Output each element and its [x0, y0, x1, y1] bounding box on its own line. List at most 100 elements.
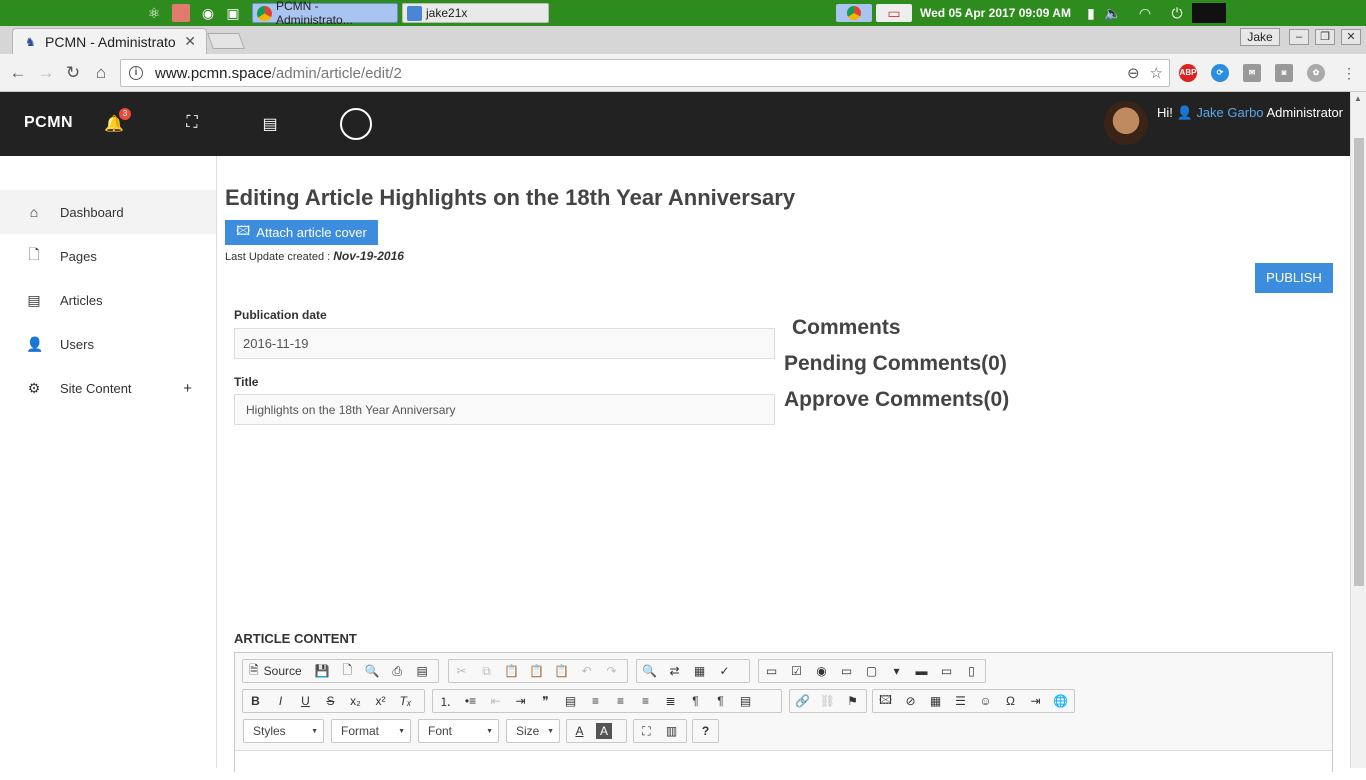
- rtl-icon[interactable]: ¶: [708, 690, 733, 712]
- extension-fox-icon[interactable]: ✿: [1307, 64, 1325, 82]
- reload-icon[interactable]: ↻: [63, 63, 83, 83]
- outdent-icon[interactable]: ⇤: [483, 690, 508, 712]
- undo-icon[interactable]: ↶: [574, 660, 599, 682]
- subscript-icon[interactable]: x₂: [343, 690, 368, 712]
- sidebar-item-articles[interactable]: ▤ Articles: [0, 278, 216, 322]
- sidebar-item-site-content[interactable]: ⚙ Site Content +: [0, 366, 216, 410]
- radio-icon[interactable]: ◉: [809, 660, 834, 682]
- iframe-icon[interactable]: 🌐: [1048, 690, 1073, 712]
- publish-button[interactable]: PUBLISH: [1255, 263, 1333, 293]
- title-input[interactable]: Highlights on the 18th Year Anniversary: [234, 394, 775, 425]
- blockquote-icon[interactable]: ❞: [533, 690, 558, 712]
- button-field-icon[interactable]: ▬: [909, 660, 934, 682]
- scroll-up-icon[interactable]: ▲: [1354, 94, 1362, 103]
- align-center-icon[interactable]: ≡: [608, 690, 633, 712]
- extension-mail-icon[interactable]: ✉: [1243, 64, 1261, 82]
- format-dropdown[interactable]: Format ▼: [331, 719, 411, 743]
- minimize-icon[interactable]: –: [1289, 29, 1309, 45]
- expand-icon[interactable]: +: [183, 380, 192, 397]
- taskbar-task-browser[interactable]: PCMN - Administrato...: [252, 0, 398, 27]
- redo-icon[interactable]: ↷: [599, 660, 624, 682]
- power-icon[interactable]: ⏻: [1168, 4, 1186, 22]
- bookmark-star-icon[interactable]: ☆: [1150, 64, 1163, 82]
- link-icon[interactable]: 🔗: [790, 690, 815, 712]
- italic-icon[interactable]: I: [268, 690, 293, 712]
- save-icon[interactable]: 💾: [310, 660, 335, 682]
- image-insert-icon[interactable]: 🖾: [873, 690, 898, 712]
- print-icon[interactable]: ⎙: [385, 660, 410, 682]
- brand-logo[interactable]: PCMN: [24, 114, 73, 132]
- menu-icon[interactable]: ⋮: [1339, 63, 1359, 83]
- size-dropdown[interactable]: Size ▼: [506, 719, 560, 743]
- screen-tray-icon[interactable]: ▭: [876, 4, 912, 22]
- underline-icon[interactable]: U: [293, 690, 318, 712]
- anchor-icon[interactable]: ⚑: [840, 690, 865, 712]
- indent-icon[interactable]: ⇥: [508, 690, 533, 712]
- select-all-icon[interactable]: ▦: [687, 660, 712, 682]
- new-tab-button[interactable]: [207, 33, 245, 49]
- forward-icon[interactable]: →: [36, 63, 56, 83]
- checkbox-icon[interactable]: ☑: [784, 660, 809, 682]
- avatar[interactable]: [1104, 101, 1148, 145]
- page-break-icon[interactable]: ⇥: [1023, 690, 1048, 712]
- maximize-editor-icon[interactable]: ⛶: [634, 720, 659, 742]
- cut-icon[interactable]: ✂: [449, 660, 474, 682]
- background-color-icon[interactable]: A: [596, 723, 612, 739]
- language-icon[interactable]: ▤: [733, 690, 758, 712]
- form-icon[interactable]: ▭: [759, 660, 784, 682]
- paste-text-icon[interactable]: 📋: [524, 660, 549, 682]
- remove-format-icon[interactable]: Tₓ: [393, 690, 418, 712]
- new-page-icon[interactable]: 🗋: [335, 660, 360, 682]
- numbered-list-icon[interactable]: ⒈: [433, 690, 458, 712]
- editor-content-area[interactable]: [235, 750, 1332, 780]
- strikethrough-icon[interactable]: S: [318, 690, 343, 712]
- font-dropdown[interactable]: Font ▼: [418, 719, 499, 743]
- user-name-link[interactable]: Jake Garbo: [1196, 105, 1263, 120]
- table-icon[interactable]: ▦: [923, 690, 948, 712]
- align-right-icon[interactable]: ≡: [633, 690, 658, 712]
- textarea-icon[interactable]: ▢: [859, 660, 884, 682]
- volume-icon[interactable]: 🔈: [1104, 4, 1122, 22]
- source-button[interactable]: 🗎 Source: [243, 661, 310, 682]
- copy-icon[interactable]: ⧉: [474, 660, 499, 682]
- system-monitor-icon[interactable]: [1192, 3, 1226, 23]
- fullscreen-icon[interactable]: ⛶: [182, 114, 202, 132]
- close-window-icon[interactable]: ✕: [1341, 29, 1361, 45]
- approve-comments-link[interactable]: Approve Comments(0): [784, 388, 1009, 412]
- home-nav-icon[interactable]: ⌂: [91, 63, 111, 83]
- ltr-icon[interactable]: ¶: [683, 690, 708, 712]
- zoom-icon[interactable]: ⊖: [1127, 64, 1140, 82]
- find-icon[interactable]: 🔍: [637, 660, 662, 682]
- terminal-icon[interactable]: ▣: [224, 4, 242, 22]
- sidebar-item-pages[interactable]: 🗋 Pages: [0, 234, 216, 278]
- bold-icon[interactable]: B: [243, 690, 268, 712]
- text-color-icon[interactable]: A: [567, 720, 592, 742]
- horizontal-line-icon[interactable]: ☰: [948, 690, 973, 712]
- sidebar-item-dashboard[interactable]: ⌂ Dashboard: [0, 190, 216, 234]
- select-field-icon[interactable]: ▾: [884, 660, 909, 682]
- extension-sync-icon[interactable]: ⟳: [1211, 64, 1229, 82]
- unlink-icon[interactable]: ⛓: [815, 690, 840, 712]
- pubdate-input[interactable]: 2016-11-19: [234, 328, 775, 359]
- special-char-icon[interactable]: Ω: [998, 690, 1023, 712]
- sidebar-item-users[interactable]: 👤 Users: [0, 322, 216, 366]
- align-left-icon[interactable]: ≡: [583, 690, 608, 712]
- flash-icon[interactable]: ⊘: [898, 690, 923, 712]
- page-scrollbar[interactable]: ▲: [1350, 92, 1366, 768]
- hidden-field-icon[interactable]: ▯: [959, 660, 984, 682]
- atom-icon[interactable]: ⚛: [145, 4, 163, 22]
- pending-comments-link[interactable]: Pending Comments(0): [784, 352, 1007, 376]
- replace-icon[interactable]: ⇄: [662, 660, 687, 682]
- info-icon[interactable]: i: [129, 66, 143, 80]
- battery-icon[interactable]: ▮: [1082, 4, 1100, 22]
- camera-icon[interactable]: ◙: [1275, 64, 1293, 82]
- image-button-icon[interactable]: ▭: [934, 660, 959, 682]
- chat-icon[interactable]: ▤: [260, 114, 280, 134]
- templates-icon[interactable]: ▤: [410, 660, 435, 682]
- maximize-icon[interactable]: ❐: [1315, 29, 1335, 45]
- browser-tab[interactable]: ♞ PCMN - Administrato ✕: [12, 28, 207, 54]
- superscript-icon[interactable]: x²: [368, 690, 393, 712]
- preview-icon[interactable]: 🔍: [360, 660, 385, 682]
- spellcheck-icon[interactable]: ✓: [712, 660, 737, 682]
- bulleted-list-icon[interactable]: •≡: [458, 690, 483, 712]
